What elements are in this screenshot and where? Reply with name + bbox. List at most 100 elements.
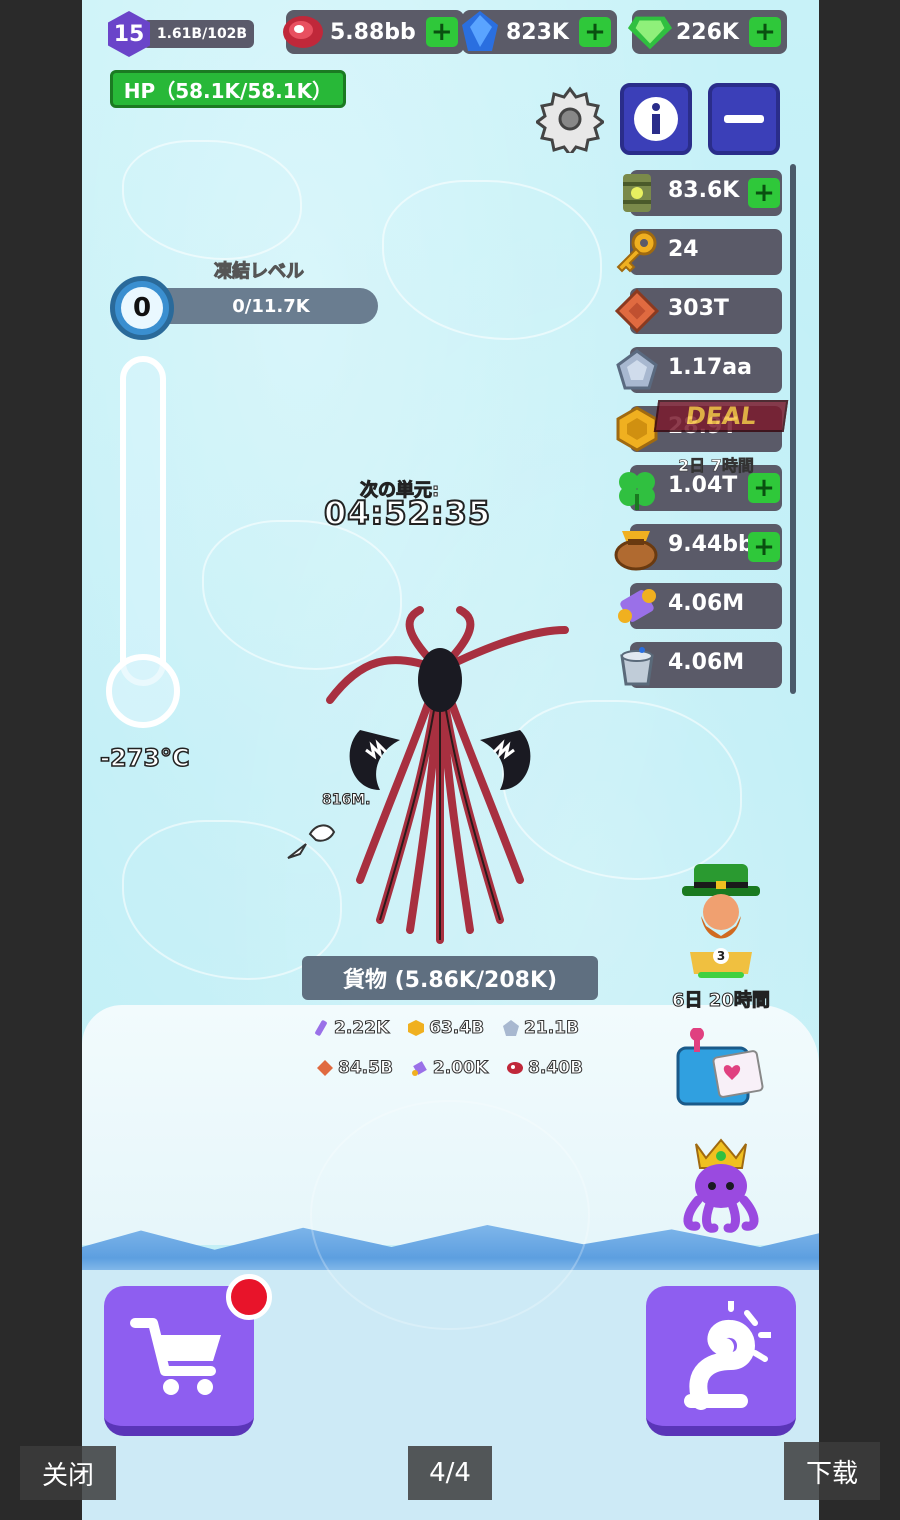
- download-button[interactable]: 下载: [784, 1442, 880, 1500]
- cargo-item: 21.1B: [502, 1018, 580, 1039]
- cargo-item: 2.22K: [312, 1018, 390, 1039]
- resource-value: 4.06M: [668, 650, 745, 675]
- distance-label: 816M.: [321, 792, 371, 809]
- resource-item: 303T: [612, 284, 784, 336]
- meat-plus-button[interactable]: +: [425, 17, 458, 47]
- cargo-value: 21.1B: [524, 1018, 580, 1039]
- clover-icon: [612, 463, 662, 513]
- resource-value: 1.17aa: [668, 355, 752, 380]
- ice-crack: [122, 140, 302, 260]
- freeze-level-title: 凍結レベル: [214, 261, 305, 283]
- left-letterbox: [0, 0, 82, 1520]
- xp-bar: 1.61B/102B: [142, 20, 254, 48]
- scroll-icon: [411, 1061, 427, 1076]
- meat-icon: [507, 1062, 524, 1074]
- deal-badge[interactable]: DEAL: [653, 400, 789, 432]
- cargo-item: 84.5B: [316, 1058, 394, 1079]
- emerald-plus-button[interactable]: +: [748, 17, 781, 47]
- resource-item: 9.44bb +: [612, 520, 784, 572]
- silver-pentagon-icon: [612, 345, 662, 395]
- joystick-area[interactable]: [310, 1100, 590, 1330]
- freeze-level-value: 0: [121, 287, 163, 329]
- close-button[interactable]: 关闭: [20, 1446, 116, 1500]
- kraken-icon[interactable]: [676, 1134, 766, 1234]
- sapphire-value: 823K: [506, 19, 569, 45]
- resource-item: 4.06M: [612, 638, 784, 690]
- page-indicator: 4/4: [408, 1446, 492, 1500]
- blue-gem-icon: [456, 8, 504, 56]
- resource-item: 4.06M: [612, 579, 784, 631]
- player-level: 15 1.61B/102B: [108, 11, 254, 57]
- cargo-value: 84.5B: [338, 1058, 394, 1079]
- resource-value: 24: [668, 237, 699, 262]
- resource-value: 1.04T: [668, 473, 738, 498]
- tentacle-icon: [684, 1301, 771, 1410]
- resource-item: 1.17aa: [612, 343, 784, 395]
- mailbox-icon[interactable]: [674, 1028, 766, 1110]
- resource-value: 4.06M: [668, 591, 745, 616]
- clover-plus-button[interactable]: +: [748, 473, 780, 503]
- emerald-counter: 226K +: [627, 10, 787, 54]
- meat-value: 5.88bb: [330, 19, 416, 45]
- level-badge: 15: [108, 11, 150, 57]
- resource-item: 83.6K +: [612, 166, 784, 218]
- leprechaun-icon: 3: [682, 864, 760, 978]
- right-letterbox: [818, 0, 900, 1520]
- resource-value: 83.6K: [668, 178, 740, 203]
- key-icon: [612, 227, 662, 277]
- cargo-panel[interactable]: 貨物 (5.86K/208K): [302, 956, 598, 1000]
- minimize-button[interactable]: [708, 83, 780, 155]
- sapphire-counter: 823K +: [462, 10, 617, 54]
- bucket-icon: [612, 640, 662, 690]
- cargo-value: 2.22K: [333, 1018, 390, 1039]
- gear-icon: [536, 86, 604, 153]
- leprechaun-timer: 6日 20時間: [672, 990, 771, 1012]
- cart-icon: [130, 1318, 221, 1395]
- info-button[interactable]: [620, 83, 692, 155]
- cargo-value: 2.00K: [432, 1058, 489, 1079]
- minus-icon: [724, 115, 764, 123]
- next-unit-timer: 04:52:35: [323, 493, 492, 533]
- ice-crack: [382, 180, 602, 340]
- cargo-value: 63.4B: [429, 1018, 485, 1039]
- resource-value: 303T: [668, 296, 729, 321]
- cargo-item: 63.4B: [407, 1018, 485, 1039]
- freeze-level-badge: 0: [110, 276, 174, 340]
- resource-scrollbar[interactable]: [790, 164, 796, 694]
- resource-item: 24: [612, 225, 784, 277]
- scroll-icon: [612, 581, 662, 631]
- copper-plate-icon: [612, 286, 662, 336]
- silver-pentagon-icon: [503, 1020, 520, 1036]
- cargo-row-1: 2.22K 63.4B 21.1B: [312, 1018, 580, 1039]
- thermometer: [120, 356, 166, 686]
- green-gem-icon: [626, 8, 674, 56]
- cargo-item: 2.00K: [411, 1058, 489, 1079]
- emerald-value: 226K: [676, 19, 739, 45]
- sapphire-plus-button[interactable]: +: [578, 17, 611, 47]
- copper-plate-icon: [317, 1060, 333, 1076]
- meat-icon: [280, 8, 328, 56]
- meat-counter: 5.88bb +: [283, 10, 464, 54]
- direction-arrow-icon: [287, 824, 336, 859]
- cargo-row-2: 84.5B 2.00K 8.40B: [316, 1058, 584, 1079]
- monster[interactable]: [300, 600, 580, 950]
- deal-countdown: 2日 7時間: [678, 456, 754, 476]
- gold-hexagon-icon: [408, 1020, 425, 1036]
- thermometer-bulb: [106, 654, 180, 728]
- leprechaun-badge: 3: [717, 949, 725, 963]
- cargo-value: 8.40B: [528, 1058, 584, 1079]
- evolution-button[interactable]: [646, 1286, 796, 1436]
- hp-bar: HP（58.1K/58.1K）: [110, 70, 346, 108]
- shop-notification-dot: [226, 1274, 272, 1320]
- cargo-item: 8.40B: [506, 1058, 584, 1079]
- settings-button[interactable]: [534, 83, 606, 155]
- temperature-readout: -273°C: [99, 743, 190, 773]
- money-bag-icon: [612, 522, 662, 572]
- resource-value: 9.44bb: [668, 532, 754, 557]
- vial-icon: [315, 1020, 327, 1036]
- freeze-progress: 0/11.7K: [140, 288, 378, 324]
- info-icon: [634, 97, 678, 141]
- toxic-barrel-icon: [612, 168, 662, 218]
- money-plus-button[interactable]: +: [748, 532, 780, 562]
- barrel-plus-button[interactable]: +: [748, 178, 780, 208]
